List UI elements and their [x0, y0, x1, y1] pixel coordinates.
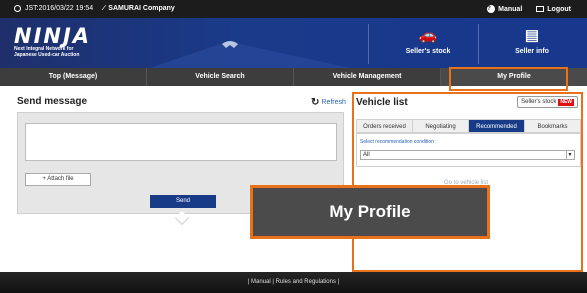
footer-links[interactable]: | Manual | Rules and Regulations |: [0, 279, 587, 285]
seller-info-label: Seller info: [515, 48, 549, 55]
sellers-stock-toggle-label: Seller's stock: [521, 99, 557, 105]
condition-label: Select recommendation condition :: [360, 139, 437, 145]
datetime-label: JST:2016/03/22 19:54: [25, 5, 94, 12]
send-message-title: Send message: [17, 96, 88, 107]
sellers-stock-label: Seller's stock: [405, 48, 451, 55]
recommended-tab-body: Select recommendation condition : All ▼: [356, 133, 581, 167]
panel-pointer: [174, 210, 190, 226]
refresh-button[interactable]: ↻ Refresh: [311, 97, 346, 108]
condition-select[interactable]: All ▼: [360, 150, 575, 160]
tab-negotiating[interactable]: Negotiating: [412, 119, 468, 133]
manual-label: Manual: [498, 5, 523, 13]
attach-file-button[interactable]: + Attach file: [25, 173, 91, 186]
chevron-down-icon: ▼: [566, 151, 573, 159]
logo-text: NINJA: [14, 24, 92, 48]
feather-icon: ∕: [103, 5, 105, 12]
tab-bookmarks[interactable]: Bookmarks: [524, 119, 581, 133]
condition-value: All: [363, 152, 370, 158]
sellers-stock-toggle[interactable]: Seller's stock NEW: [517, 96, 578, 108]
tab-orders-received[interactable]: Orders received: [356, 119, 412, 133]
send-button[interactable]: Send: [150, 195, 216, 208]
top-bar: JST:2016/03/22 19:54 ∕ SAMURAI Company ?…: [0, 0, 587, 18]
tab-recommended[interactable]: Recommended: [468, 119, 524, 133]
my-profile-tooltip: My Profile: [250, 185, 490, 239]
session-info: JST:2016/03/22 19:54 ∕ SAMURAI Company: [14, 5, 175, 12]
sellers-stock-button[interactable]: 🚗 Seller's stock: [383, 18, 473, 68]
seller-info-button[interactable]: ▤ Seller info: [487, 18, 577, 68]
vehicle-list-title: Vehicle list: [356, 97, 408, 108]
refresh-label: Refresh: [321, 99, 346, 106]
nav-vehicle-management[interactable]: Vehicle Management: [294, 68, 441, 86]
clock-icon: [14, 5, 21, 12]
vehicle-list-panel: Vehicle list Seller's stock NEW Orders r…: [352, 92, 583, 272]
new-badge: NEW: [558, 98, 574, 106]
nav-vehicle-search[interactable]: Vehicle Search: [147, 68, 294, 86]
header-separator: [368, 24, 369, 64]
highlight-frame: [449, 67, 568, 91]
document-icon: ▤: [524, 27, 540, 44]
company-name: SAMURAI Company: [108, 5, 175, 12]
header: NINJA Next Integral Network for Japanese…: [0, 18, 587, 68]
car-icon: 🚗: [418, 27, 438, 44]
refresh-icon: ↻: [311, 97, 320, 108]
vehicle-list-tabs: Orders received Negotiating Recommended …: [356, 119, 581, 133]
message-textarea[interactable]: [25, 123, 337, 161]
nav-top-message[interactable]: Top (Message): [0, 68, 147, 86]
logout-icon: [536, 6, 545, 12]
manual-link[interactable]: ? Manual: [487, 5, 522, 13]
logout-link[interactable]: Logout: [536, 5, 571, 13]
help-icon: ?: [487, 5, 496, 13]
logout-label: Logout: [547, 5, 571, 13]
header-separator: [478, 24, 479, 64]
logo-tagline-2: Japanese Used-car Auction: [14, 52, 80, 58]
mount-fuji-illustration: [150, 41, 350, 68]
ninja-logo[interactable]: NINJA Next Integral Network for Japanese…: [14, 24, 92, 59]
